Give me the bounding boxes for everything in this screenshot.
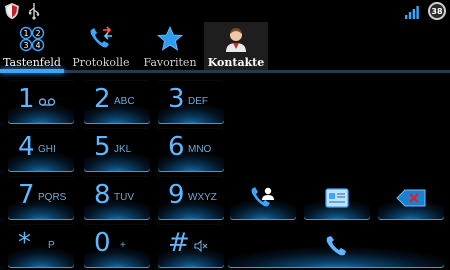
active-tab-indicator: [0, 69, 64, 73]
shield-icon: [5, 3, 19, 19]
key-star[interactable]: * P: [8, 224, 74, 268]
call-log-icon: [90, 26, 112, 48]
key-8[interactable]: 8 TUV: [84, 176, 150, 220]
tab-favoriten[interactable]: Favoriten: [138, 22, 202, 72]
key-letters: +: [120, 240, 126, 251]
key-letters: JKL: [114, 144, 132, 155]
key-digit: 1: [18, 84, 35, 114]
tab-divider: [0, 70, 450, 73]
svg-text:3: 3: [23, 41, 28, 50]
phone-icon: [326, 236, 346, 256]
key-7[interactable]: 7 PQRS: [8, 176, 74, 220]
tab-label: Protokolle: [72, 56, 130, 69]
key-digit: 8: [94, 180, 111, 210]
tab-label: Kontakte: [207, 56, 265, 69]
tab-label: Favoriten: [143, 56, 197, 69]
key-hash[interactable]: #: [158, 224, 224, 268]
key-letters: P: [48, 240, 55, 251]
svg-text:1: 1: [23, 29, 28, 38]
signal-icon: [405, 6, 419, 19]
backspace-icon: [396, 189, 426, 207]
contact-icon: [226, 28, 246, 52]
key-digit: 0: [94, 228, 111, 258]
backspace-button[interactable]: [378, 176, 444, 220]
key-letters: GHI: [38, 144, 56, 155]
star-icon: [156, 26, 184, 51]
key-2[interactable]: 2 ABC: [84, 80, 150, 124]
key-letters: ABC: [114, 96, 135, 107]
key-9[interactable]: 9 WXYZ: [158, 176, 224, 220]
key-digit: 5: [94, 132, 111, 162]
tab-tastenfeld[interactable]: 1 2 3 4 Tastenfeld: [0, 22, 64, 72]
tab-bar: 1 2 3 4 Tastenfeld Protokolle Favoriten …: [0, 22, 450, 72]
key-digit: 4: [18, 132, 35, 162]
dialpad-icon: 1 2 3 4: [19, 26, 45, 52]
status-bar: 38: [0, 0, 450, 22]
key-digit: 7: [18, 180, 35, 210]
tab-kontakte[interactable]: Kontakte: [204, 22, 268, 72]
key-5[interactable]: 5 JKL: [84, 128, 150, 172]
usb-icon: [29, 3, 40, 20]
key-letters: WXYZ: [188, 192, 217, 203]
call-button[interactable]: [228, 224, 444, 268]
send-message-button[interactable]: [304, 176, 370, 220]
key-3[interactable]: 3 DEF: [158, 80, 224, 124]
key-letters: MNO: [188, 144, 212, 155]
key-6[interactable]: 6 MNO: [158, 128, 224, 172]
key-digit: 9: [168, 180, 185, 210]
message-icon: [325, 188, 349, 208]
voicemail-icon: [38, 98, 56, 106]
tab-label: Tastenfeld: [3, 56, 61, 69]
key-1[interactable]: 1: [8, 80, 74, 124]
key-0[interactable]: 0 +: [84, 224, 150, 268]
key-digit: 6: [168, 132, 185, 162]
key-letters: DEF: [188, 96, 208, 107]
key-letters: PQRS: [38, 192, 67, 203]
key-digit: 3: [168, 84, 185, 114]
key-letters: TUV: [114, 192, 134, 203]
key-4[interactable]: 4 GHI: [8, 128, 74, 172]
mute-icon: [194, 240, 208, 252]
add-contact-icon: [251, 187, 274, 207]
key-digit: *: [18, 228, 31, 258]
tab-protokolle[interactable]: Protokolle: [68, 22, 134, 72]
svg-text:2: 2: [35, 29, 40, 38]
add-contact-button[interactable]: [230, 176, 296, 220]
svg-text:4: 4: [35, 41, 40, 50]
key-digit: #: [168, 228, 190, 258]
battery-indicator: 38: [428, 2, 446, 20]
key-digit: 2: [94, 84, 111, 114]
